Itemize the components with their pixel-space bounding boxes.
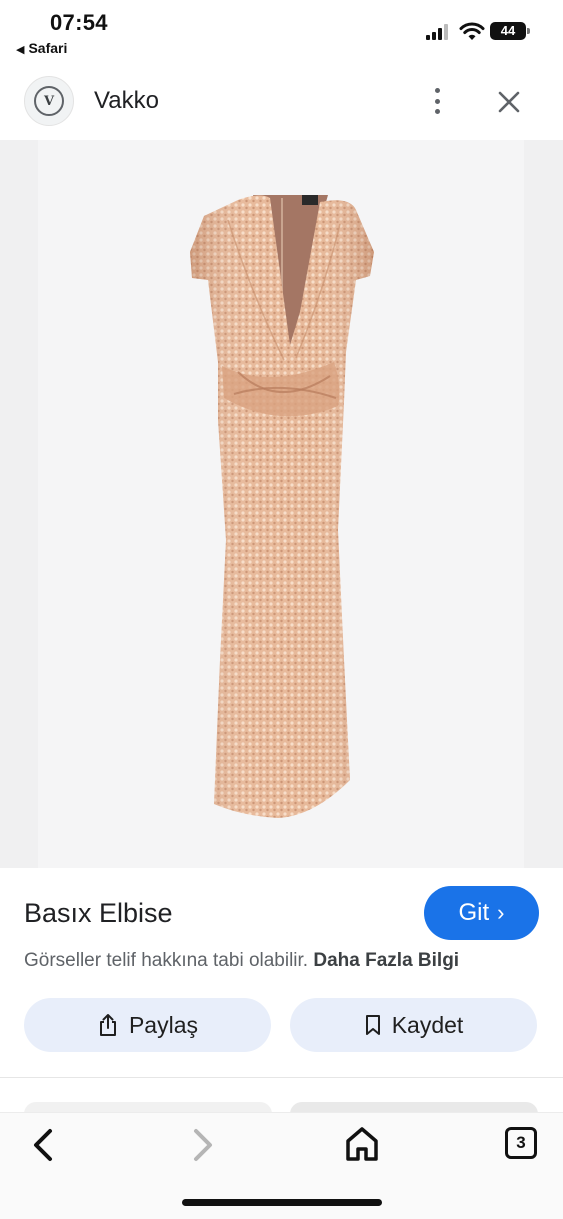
site-logo[interactable]: V: [24, 76, 74, 126]
site-name[interactable]: Vakko: [94, 87, 159, 115]
back-triangle-icon: ◀: [16, 44, 25, 56]
product-image-area[interactable]: [0, 140, 563, 868]
product-title: Basıx Elbise: [24, 898, 173, 928]
save-label: Kaydet: [391, 1011, 464, 1038]
save-button[interactable]: Kaydet: [290, 998, 537, 1052]
screen: 07:54 ◀ Safari 44 V Vakko Basıx Elbise G…: [0, 0, 563, 1219]
section-divider: [0, 1077, 563, 1078]
visit-button[interactable]: Git ›: [424, 886, 539, 940]
status-bar: 07:54 ◀ Safari 44: [0, 0, 563, 62]
tab-count-button[interactable]: 3: [505, 1127, 537, 1159]
product-image[interactable]: [38, 140, 524, 868]
logo-mark: V: [34, 86, 64, 116]
bookmark-icon: [365, 1015, 380, 1035]
close-icon[interactable]: [493, 86, 525, 118]
battery-icon: 44: [490, 22, 530, 40]
share-label: Paylaş: [128, 1011, 199, 1038]
chevron-right-icon: ›: [497, 900, 505, 925]
forward-arrow-icon[interactable]: [188, 1125, 218, 1165]
dress-image: [190, 195, 374, 818]
copyright-text: Görseller telif hakkına tabi olabilir.: [24, 950, 309, 971]
bottom-nav-bar: 3: [0, 1112, 563, 1219]
cellular-signal-icon: [426, 24, 454, 40]
header: V Vakko: [0, 70, 563, 134]
more-vert-icon[interactable]: [424, 84, 450, 118]
home-icon[interactable]: [344, 1125, 380, 1163]
visit-label: Git: [458, 899, 490, 926]
share-icon: [99, 1014, 116, 1036]
back-app-label: Safari: [28, 40, 68, 56]
wifi-icon: [459, 22, 485, 40]
home-indicator: [182, 1199, 382, 1206]
back-arrow-icon[interactable]: [28, 1125, 58, 1165]
status-time: 07:54: [50, 10, 108, 35]
more-info-link[interactable]: Daha Fazla Bilgi: [313, 950, 459, 971]
back-to-app-link[interactable]: ◀ Safari: [16, 40, 67, 56]
share-button[interactable]: Paylaş: [24, 998, 271, 1052]
copyright-notice: Görseller telif hakkına tabi olabilir. D…: [24, 950, 459, 972]
